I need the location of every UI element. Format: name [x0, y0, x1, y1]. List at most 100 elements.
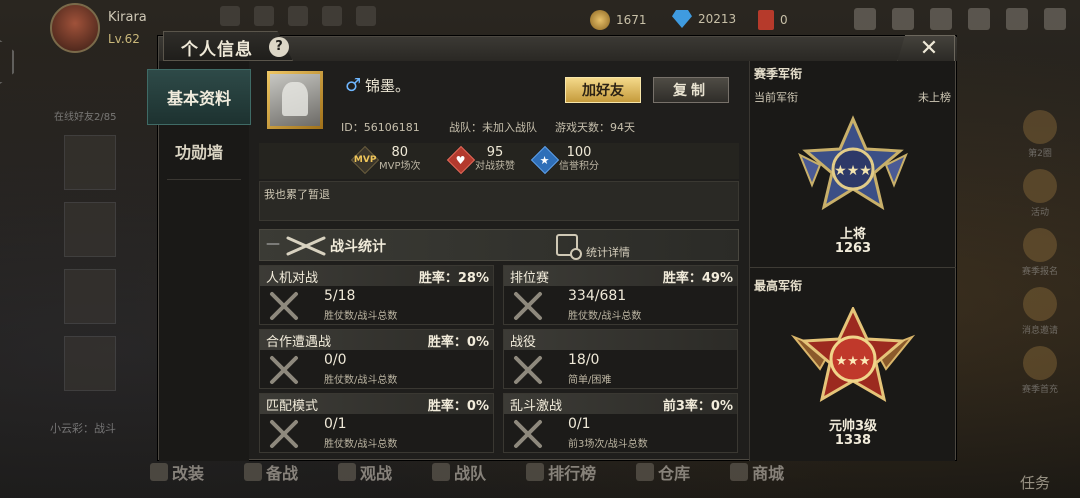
card-title: 合作遭遇战 — [266, 335, 332, 350]
rank-panel: 赛季军衔 当前军衔 未上榜 ★★★ 上将 1263 最高军衔 ★★★ 元帅3级 … — [749, 61, 956, 461]
event-icon[interactable] — [1023, 346, 1057, 380]
wrench-icon — [150, 463, 168, 481]
live-icon[interactable] — [322, 6, 342, 26]
friend-list-panel: 在线好友2/85 — [40, 80, 140, 450]
friends-icon[interactable] — [892, 8, 914, 30]
backpack-icon — [244, 463, 263, 481]
help-icon[interactable]: ? — [269, 37, 289, 57]
profile-modal: 个人信息 ? ✕ 基本资料 功勋墙 ♂ 锦墨。 加好友 复制 ID：561061… — [147, 31, 957, 461]
star-icon: ★ — [530, 145, 560, 174]
card-title: 排位赛 — [510, 271, 550, 286]
nav-modify[interactable]: 改装 — [150, 460, 204, 484]
card-pve[interactable]: 人机对战 胜率：28% 5/18 胜仗数/战斗总数 — [259, 265, 494, 325]
highest-rank-name: 元帅3级 — [828, 419, 878, 434]
player-avatar[interactable] — [50, 3, 100, 53]
tab-basic-info[interactable]: 基本资料 — [147, 69, 251, 125]
add-icon[interactable] — [854, 8, 876, 30]
nav-leaderboard[interactable]: 排行榜 — [526, 460, 596, 484]
trophy-icon — [526, 463, 545, 481]
close-button[interactable]: ✕ — [897, 35, 955, 63]
friend-avatar[interactable] — [64, 135, 116, 190]
event-label: 消息邀请 — [1021, 326, 1058, 336]
mission-icon[interactable] — [254, 6, 274, 26]
nickname: 锦墨。 — [365, 77, 411, 95]
settings-gear-icon[interactable] — [968, 8, 990, 30]
crossed-guns-icon — [286, 236, 326, 256]
nav-spectate[interactable]: 观战 — [338, 460, 392, 484]
card-rate: 胜率：28% — [418, 271, 489, 286]
event-icon[interactable] — [1023, 228, 1057, 262]
stat-credit: ★ 100 信誉积分 — [530, 145, 599, 174]
event-icon[interactable] — [1023, 169, 1057, 203]
game-days: 游戏天数：94天 — [555, 121, 635, 134]
card-match[interactable]: 匹配模式 胜率：0% 0/1 胜仗数/战斗总数 — [259, 393, 494, 453]
card-campaign[interactable]: 战役 18/0 简单/困难 — [503, 329, 738, 389]
svg-text:★★★: ★★★ — [834, 163, 872, 179]
card-value: 18/0 — [568, 352, 600, 368]
nav-shop[interactable]: 商城 — [730, 460, 784, 484]
card-rate: 胜率：49% — [662, 271, 733, 286]
crossed-guns-icon — [514, 420, 542, 448]
shop-icon — [730, 463, 749, 481]
card-title: 匹配模式 — [266, 399, 319, 414]
player-name: Kirara — [108, 10, 147, 25]
event-label: 赛季首充 — [1021, 385, 1058, 395]
event-icon[interactable] — [1023, 287, 1057, 321]
task-button[interactable]: 任务 — [1020, 472, 1050, 493]
card-value: 334/681 — [568, 288, 627, 304]
event-label: 赛季报名 — [1021, 267, 1058, 277]
card-icon — [758, 10, 774, 30]
nav-prepare[interactable]: 备战 — [244, 460, 298, 484]
current-rank-label: 当前军衔 — [754, 91, 798, 104]
nav-team[interactable]: 战队 — [432, 460, 486, 484]
search-detail-icon[interactable] — [556, 234, 582, 260]
card-coop[interactable]: 合作遭遇战 胜率：0% 0/0 胜仗数/战斗总数 — [259, 329, 494, 389]
fullscreen-icon[interactable] — [1006, 8, 1028, 30]
card-counter: 0 — [758, 10, 788, 30]
home-icon[interactable] — [220, 6, 240, 26]
mail-icon[interactable] — [930, 8, 952, 30]
stat-label: 对战获赞 — [475, 161, 515, 172]
card-label: 胜仗数/战斗总数 — [324, 439, 398, 450]
diamond-value: 20213 — [698, 12, 737, 26]
stat-value: 100 — [566, 145, 592, 160]
profile-avatar-frame[interactable] — [267, 71, 323, 129]
stat-likes: ♥ 95 对战获赞 — [446, 145, 515, 174]
card-brawl[interactable]: 乱斗激战 前3率：0% 0/1 前3场次/战斗总数 — [503, 393, 738, 453]
nav-label: 仓库 — [658, 464, 691, 483]
add-friend-button[interactable]: 加好友 — [565, 77, 641, 103]
player-level: Lv.62 — [108, 32, 140, 46]
card-value: 0/1 — [324, 416, 347, 432]
friend-avatar[interactable] — [64, 202, 116, 257]
player-id: ID：56106181 — [341, 121, 420, 134]
card-ranked[interactable]: 排位赛 胜率：49% 334/681 胜仗数/战斗总数 — [503, 265, 738, 325]
crossed-guns-icon — [270, 292, 298, 320]
copy-button[interactable]: 复制 — [653, 77, 729, 103]
event-icon[interactable] — [1023, 110, 1057, 144]
bottom-nav: 改装 备战 观战 战队 排行榜 仓库 商城 — [150, 460, 784, 484]
svg-text:★★★: ★★★ — [836, 354, 871, 369]
tab-medal-wall[interactable]: 功勋墙 — [147, 123, 251, 179]
chat-preview[interactable]: 小云彩：战斗 — [50, 420, 116, 436]
collapse-dash[interactable]: — — [266, 236, 280, 252]
highest-rank-title: 最高军衔 — [754, 279, 803, 293]
stats-detail-link[interactable]: 统计详情 — [586, 244, 630, 260]
modal-title: 个人信息 — [181, 40, 253, 60]
card-value: 0/1 — [568, 416, 591, 432]
friend-avatar[interactable] — [64, 269, 116, 324]
side-event-icons: 第2圈 活动 赛季报名 消息邀请 赛季首充 — [1010, 100, 1070, 403]
event-label: 活动 — [1030, 208, 1049, 218]
signature-box: 我也累了暂退 — [259, 181, 739, 221]
highest-rank-score: 1338 — [834, 433, 872, 448]
grid-icon[interactable] — [356, 6, 376, 26]
friend-avatar[interactable] — [64, 336, 116, 391]
gift-icon[interactable] — [288, 6, 308, 26]
crossed-guns-icon — [514, 292, 542, 320]
nav-warehouse[interactable]: 仓库 — [636, 460, 690, 484]
rank-divider — [750, 267, 956, 268]
heart-icon: ♥ — [446, 145, 476, 174]
card-rate: 胜率：0% — [427, 335, 489, 350]
card-label: 前3场次/战斗总数 — [568, 439, 648, 450]
phone-icon[interactable] — [1044, 8, 1066, 30]
nav-label: 观战 — [360, 464, 393, 483]
